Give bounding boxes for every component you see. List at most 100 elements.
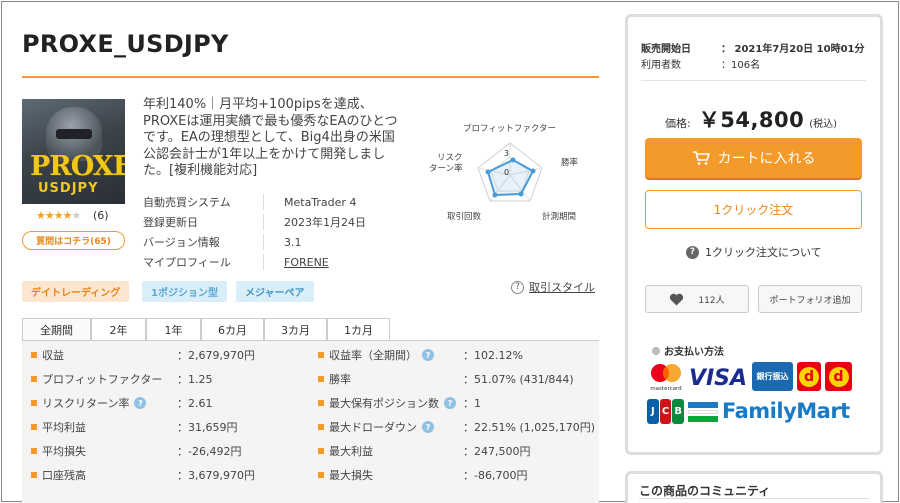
price-label: 価格:	[665, 117, 691, 130]
bullet-icon	[31, 472, 37, 478]
stat-value: ：51.07% (431/844)	[463, 373, 574, 386]
radar-series	[486, 158, 535, 197]
tab-3m[interactable]: 3カ月	[264, 318, 327, 340]
help-icon[interactable]: ?	[444, 397, 456, 409]
bullet-icon	[31, 400, 37, 406]
users-label: 利用者数	[641, 60, 681, 71]
familymart-logo: FamilyMart	[722, 399, 850, 423]
one-click-order-button[interactable]: 1クリック注文	[645, 190, 862, 229]
help-icon[interactable]: ?	[422, 421, 434, 433]
stat-label: 最大ドローダウン	[329, 421, 417, 434]
radar-point	[530, 168, 536, 174]
cart-icon	[692, 151, 710, 165]
tab-2y[interactable]: 2年	[91, 318, 146, 340]
mastercard-icon: mastercard	[650, 364, 682, 392]
star-empty-icon: ★	[71, 209, 82, 222]
stat-value: ：22.51% (1,025,170円)	[463, 421, 596, 434]
release-date-value: ： 2021年7月20日 10時01分	[721, 44, 865, 55]
tax-note: (税込)	[809, 119, 838, 130]
jcb-letter: J	[647, 399, 659, 424]
bullet-icon	[318, 448, 324, 454]
stat-value: ：2.61	[177, 397, 213, 410]
spec-divider	[263, 214, 264, 230]
tag-one-position[interactable]: 1ポジション型	[142, 281, 227, 302]
stat-max-profit: 最大利益 ：247,500円	[318, 441, 598, 461]
review-count[interactable]: (6)	[93, 209, 109, 222]
bullet-icon	[31, 448, 37, 454]
radar-point	[485, 169, 491, 175]
bullet-icon	[318, 472, 324, 478]
profile-link[interactable]: FORENE	[284, 256, 329, 269]
stats-panel: 収益 ：2,679,970円 プロフィットファクター ：1.25 リスクリターン…	[22, 341, 599, 503]
question-icon: ?	[511, 280, 524, 294]
radar-point	[518, 191, 524, 197]
help-icon[interactable]: ?	[134, 397, 147, 409]
spec-row-version: バージョン情報 3.1	[143, 232, 403, 252]
heart-icon	[670, 293, 684, 305]
rating-stars: ★★★★★	[36, 209, 82, 222]
tag-major-pair[interactable]: メジャーペア	[236, 281, 314, 302]
tab-all[interactable]: 全期間	[22, 318, 91, 340]
radar-point	[510, 157, 516, 163]
one-click-help-link[interactable]: ? 1クリック注文について	[686, 244, 822, 260]
product-thumbnail[interactable]: PROXE USDJPY	[22, 99, 125, 204]
jcb-logo: J C B	[647, 399, 685, 424]
product-description: 年利140%｜月平均+100pipsを達成、PROXEは運用実績で最も優秀なEA…	[143, 97, 398, 178]
stat-value: ：-86,700円	[463, 469, 528, 482]
stat-label: 勝率	[329, 373, 351, 386]
stat-label: リスクリターン率	[42, 397, 130, 410]
thumbnail-logo-subtext: USDJPY	[38, 181, 99, 196]
tab-1m[interactable]: 1カ月	[327, 318, 390, 340]
tab-6m[interactable]: 6カ月	[201, 318, 264, 340]
spec-divider	[263, 254, 264, 270]
spec-key: 登録更新日	[143, 216, 198, 229]
add-portfolio-button[interactable]: ポートフォリオ追加	[758, 285, 862, 313]
radar-chart: 3 0 プロフィットファクター 勝率 計測期間 取引回数 リスク ターン率	[429, 124, 579, 222]
mastercard-label: mastercard	[650, 386, 681, 392]
star-icon: ★	[62, 209, 73, 222]
spec-value: 3.1	[284, 235, 302, 249]
bullet-icon	[652, 346, 660, 355]
trade-style-label: 取引スタイル	[529, 281, 595, 294]
radar-label-risk-line1: リスク	[437, 153, 463, 163]
dpay-logo: d	[797, 362, 821, 391]
stat-label: 最大保有ポジション数	[329, 397, 439, 410]
stat-value: ：31,659円	[177, 421, 238, 434]
visor-image	[56, 129, 92, 139]
jcb-letter: C	[659, 399, 672, 424]
stat-label: 収益率（全期間）	[329, 349, 417, 362]
community-divider	[639, 498, 869, 499]
add-to-cart-button[interactable]: カートに入れる	[645, 138, 862, 178]
qa-button[interactable]: 質問はコチラ(65)	[22, 231, 125, 250]
help-icon[interactable]: ?	[422, 349, 434, 361]
mastercard-logo: mastercard	[646, 362, 686, 392]
stat-return-rate: 収益率（全期間） ? ：102.12%	[318, 345, 598, 365]
stat-max-positions: 最大保有ポジション数 ? ：1	[318, 393, 598, 413]
meta-divider	[641, 80, 866, 81]
bullet-icon	[31, 424, 37, 430]
stat-value: ：3,679,970円	[177, 469, 255, 482]
one-click-help-label: 1クリック注文について	[705, 246, 822, 259]
community-panel: この商品のコミュニティ	[625, 471, 883, 503]
tag-day-trading[interactable]: デイトレーディング	[22, 281, 130, 302]
thumbnail-logo-text: PROXE	[30, 151, 125, 182]
radar-scale-high: 3	[504, 149, 509, 158]
stat-value: ：102.12%	[463, 349, 523, 362]
users-value: ：106名	[721, 60, 761, 71]
radar-label-period: 計測期間	[542, 211, 576, 222]
radar-label-profit-factor: プロフィットファクター	[463, 124, 556, 134]
stat-label: 平均損失	[42, 445, 86, 458]
payment-methods-title: お支払い方法	[652, 343, 724, 358]
tab-1y[interactable]: 1年	[146, 318, 201, 340]
star-icon: ★	[44, 209, 55, 222]
stat-value: ：2,679,970円	[177, 349, 255, 362]
cart-button-label: カートに入れる	[717, 151, 816, 167]
radar-label-risk-line2: ターン率	[429, 163, 463, 174]
stat-value: ：-26,492円	[177, 445, 242, 458]
spec-divider	[263, 234, 264, 250]
stat-avg-loss: 平均損失 ：-26,492円	[31, 441, 311, 461]
period-tabs: 全期間 2年 1年 6カ月 3カ月 1カ月	[22, 318, 390, 340]
favorite-button[interactable]: 112人	[645, 285, 749, 313]
trade-style-link[interactable]: ? 取引スタイル	[511, 279, 595, 295]
radar-label-trades: 取引回数	[447, 211, 482, 222]
